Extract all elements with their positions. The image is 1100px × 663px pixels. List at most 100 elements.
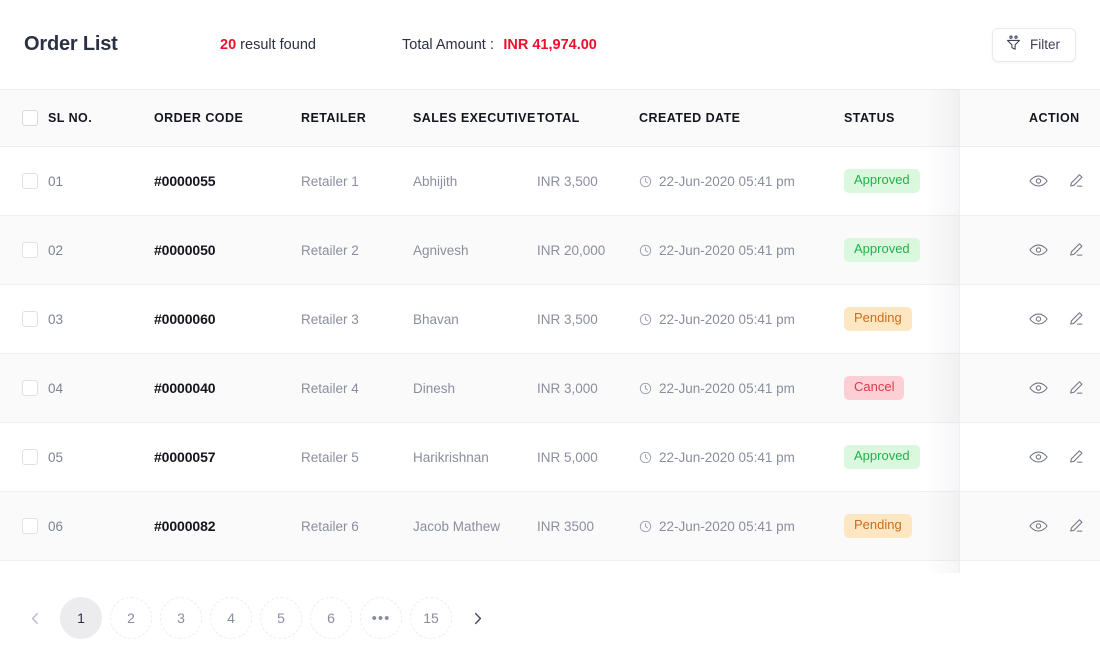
table-row[interactable]: 01 #0000055 Retailer 1 Abhijith INR 3,500 22-… xyxy=(0,146,1100,216)
cell-gap xyxy=(960,284,995,354)
row-checkbox[interactable] xyxy=(22,449,38,466)
cell-action xyxy=(995,491,1100,561)
pagination-page-15[interactable]: 15 xyxy=(410,597,452,639)
filter-button[interactable]: Filter xyxy=(992,27,1076,62)
row-checkbox[interactable] xyxy=(22,380,38,397)
row-checkbox[interactable] xyxy=(22,242,38,259)
row-select-cell xyxy=(0,146,46,216)
cell-sales-executive: Dinesh xyxy=(413,353,537,423)
header-created-date[interactable]: CREATED DATE xyxy=(639,89,844,147)
chevron-right-icon[interactable] xyxy=(456,597,498,639)
cell-sales-executive: Agnivesh xyxy=(413,215,537,285)
clock-icon xyxy=(639,451,652,464)
cell-retailer: Retailer 2 xyxy=(301,215,413,285)
order-code-value[interactable]: #0000082 xyxy=(154,518,216,534)
row-select-cell xyxy=(0,491,46,561)
header-action: ACTION xyxy=(995,89,1100,147)
header-order-code[interactable]: ORDER CODE xyxy=(154,89,301,147)
header-sales-executive[interactable]: SALES EXECUTIVE xyxy=(413,89,537,147)
header-retailer[interactable]: RETAILER xyxy=(301,89,413,147)
cell-created-date: 22-Jun-2020 05:41 pm xyxy=(639,422,844,492)
cell-created-date: 22-Jun-2020 05:41 pm xyxy=(639,491,844,561)
order-code-value[interactable]: #0000040 xyxy=(154,380,216,396)
table-row[interactable]: 05 #0000057 Retailer 5 Harikrishnan INR 5,00… xyxy=(0,422,1100,492)
pagination: 1 2 3 4 5 6 ••• 15 xyxy=(0,573,1100,663)
pagination-ellipsis[interactable]: ••• xyxy=(360,597,402,639)
table-row[interactable]: 06 #0000082 Retailer 6 Jacob Mathew INR 3500… xyxy=(0,491,1100,561)
pagination-page-5[interactable]: 5 xyxy=(260,597,302,639)
cell-gap xyxy=(960,353,995,423)
cell-total: INR 3,000 xyxy=(537,353,639,423)
result-count-label: result found xyxy=(240,36,316,53)
status-badge: Approved xyxy=(844,238,920,262)
eye-icon[interactable] xyxy=(1029,174,1048,188)
eye-icon[interactable] xyxy=(1029,450,1048,464)
created-date-value: 22-Jun-2020 05:41 pm xyxy=(659,311,795,327)
cell-action xyxy=(995,422,1100,492)
status-badge: Pending xyxy=(844,514,912,538)
eye-icon[interactable] xyxy=(1029,243,1048,257)
row-select-cell xyxy=(0,353,46,423)
select-all-checkbox[interactable] xyxy=(22,110,38,126)
pencil-icon[interactable] xyxy=(1068,173,1084,189)
created-date-value: 22-Jun-2020 05:41 pm xyxy=(659,242,795,258)
row-checkbox[interactable] xyxy=(22,311,38,328)
row-select-cell xyxy=(0,422,46,492)
pencil-icon[interactable] xyxy=(1068,449,1084,465)
pagination-page-4[interactable]: 4 xyxy=(210,597,252,639)
cell-retailer: Retailer 1 xyxy=(301,146,413,216)
page-header: Order List 20 result found Total Amount … xyxy=(0,0,1100,89)
clock-icon xyxy=(639,175,652,188)
cell-total: INR 3500 xyxy=(537,491,639,561)
orders-table: SL NO. ORDER CODE RETAILER SALES EXECUTI… xyxy=(0,89,1100,561)
pagination-page-1[interactable]: 1 xyxy=(60,597,102,639)
cell-order-code: #0000040 xyxy=(154,353,301,423)
cell-action xyxy=(995,215,1100,285)
row-select-cell xyxy=(0,215,46,285)
cell-sl-no: 06 xyxy=(46,491,154,561)
header-total[interactable]: TOTAL xyxy=(537,89,639,147)
cell-total: INR 20,000 xyxy=(537,215,639,285)
cell-sl-no: 02 xyxy=(46,215,154,285)
chevron-left-icon[interactable] xyxy=(14,597,56,639)
pencil-icon[interactable] xyxy=(1068,380,1084,396)
sl-no-value: 02 xyxy=(48,242,64,258)
eye-icon[interactable] xyxy=(1029,381,1048,395)
cell-sl-no: 03 xyxy=(46,284,154,354)
created-date-value: 22-Jun-2020 05:41 pm xyxy=(659,518,795,534)
status-badge: Cancel xyxy=(844,376,905,400)
header-status[interactable]: STATUS xyxy=(844,89,960,147)
order-code-value[interactable]: #0000060 xyxy=(154,311,216,327)
pagination-page-2[interactable]: 2 xyxy=(110,597,152,639)
pencil-icon[interactable] xyxy=(1068,242,1084,258)
header-sl-no[interactable]: SL NO. xyxy=(46,89,154,147)
total-amount-label: Total Amount : xyxy=(402,36,494,53)
order-code-value[interactable]: #0000057 xyxy=(154,449,216,465)
pencil-icon[interactable] xyxy=(1068,311,1084,327)
order-code-value[interactable]: #0000050 xyxy=(154,242,216,258)
table-row[interactable]: 02 #0000050 Retailer 2 Agnivesh INR 20,000 22… xyxy=(0,215,1100,285)
clock-icon xyxy=(639,520,652,533)
total-amount-value: INR 41,974.00 xyxy=(503,36,597,53)
cell-sl-no: 01 xyxy=(46,146,154,216)
row-checkbox[interactable] xyxy=(22,173,38,190)
eye-icon[interactable] xyxy=(1029,519,1048,533)
table-header-row: SL NO. ORDER CODE RETAILER SALES EXECUTI… xyxy=(0,89,1100,147)
cell-action xyxy=(995,284,1100,354)
clock-icon xyxy=(639,382,652,395)
row-checkbox[interactable] xyxy=(22,518,38,535)
table-row[interactable]: 04 #0000040 Retailer 4 Dinesh INR 3,000 22-Ju… xyxy=(0,353,1100,423)
cell-order-code: #0000050 xyxy=(154,215,301,285)
created-date-value: 22-Jun-2020 05:41 pm xyxy=(659,449,795,465)
pencil-icon[interactable] xyxy=(1068,518,1084,534)
pagination-page-3[interactable]: 3 xyxy=(160,597,202,639)
order-code-value[interactable]: #0000055 xyxy=(154,173,216,189)
created-date-value: 22-Jun-2020 05:41 pm xyxy=(659,173,795,189)
cell-gap xyxy=(960,215,995,285)
cell-retailer: Retailer 4 xyxy=(301,353,413,423)
cell-action xyxy=(995,146,1100,216)
pagination-page-6[interactable]: 6 xyxy=(310,597,352,639)
eye-icon[interactable] xyxy=(1029,312,1048,326)
table-row[interactable]: 03 #0000060 Retailer 3 Bhavan INR 3,500 22-Ju… xyxy=(0,284,1100,354)
cell-status: Approved xyxy=(844,215,960,285)
